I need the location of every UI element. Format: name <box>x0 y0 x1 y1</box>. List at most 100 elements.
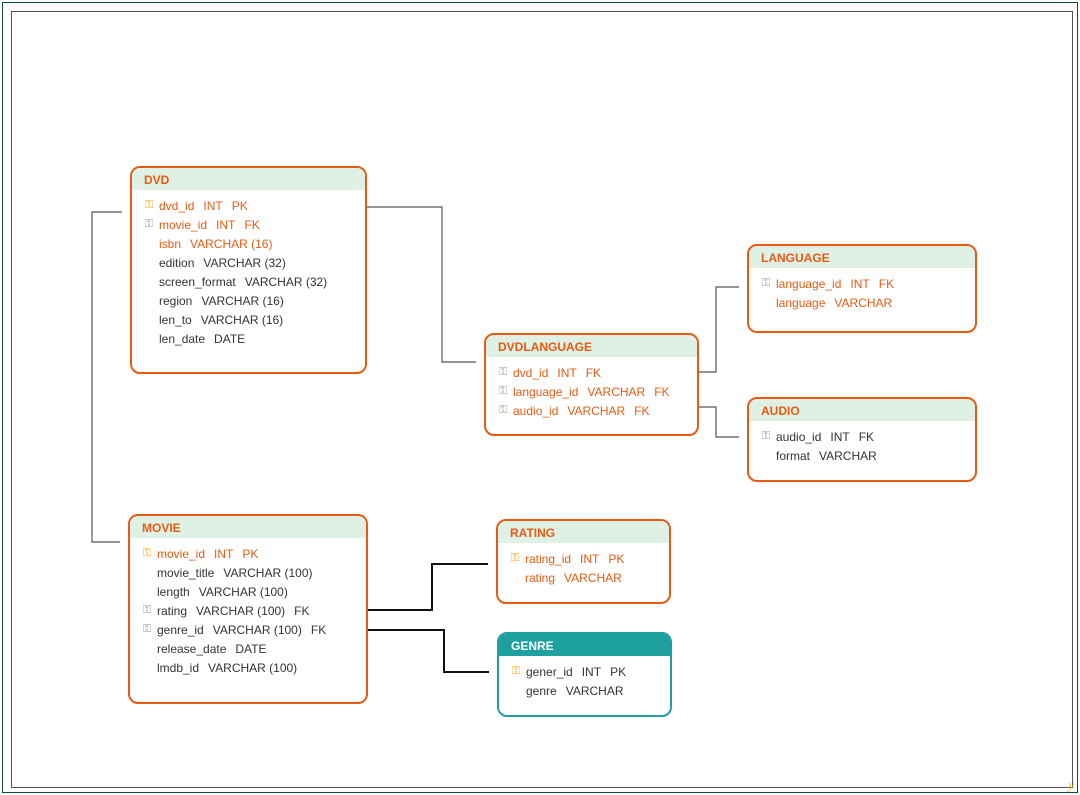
entity-body: ⚿gener_id INT PK genre VARCHAR <box>499 656 670 710</box>
field-name: movie_id <box>157 547 205 561</box>
field-name: isbn <box>159 237 181 251</box>
entity-body: ⚿audio_idINTFKformatVARCHAR <box>749 421 975 475</box>
field-name: rating_id <box>525 552 571 566</box>
fk-icon: ⚿ <box>759 430 773 443</box>
pk-icon: ⚿ <box>140 547 154 560</box>
field-type: VARCHAR (16) <box>201 313 283 327</box>
field-name: rating <box>525 571 555 585</box>
field-flag: FK <box>634 404 649 418</box>
pk-icon: ⚿ <box>508 552 522 565</box>
entity-header: DVD <box>132 168 365 190</box>
entity-rating[interactable]: RATING ⚿rating_id INT PK rating VARCHAR <box>496 519 671 604</box>
entity-movie[interactable]: MOVIE⚿movie_idINTPKmovie_titleVARCHAR (1… <box>128 514 368 704</box>
watermark: y <box>1068 777 1074 793</box>
entity-header: AUDIO <box>749 399 975 421</box>
field-row: genre VARCHAR <box>509 681 660 700</box>
field-flag: FK <box>859 430 874 444</box>
entity-body: ⚿language_idINTFKlanguageVARCHAR <box>749 268 975 322</box>
field-row: len_to VARCHAR (16) <box>142 310 355 329</box>
field-name: movie_id <box>159 218 207 232</box>
field-type: VARCHAR <box>567 404 625 418</box>
field-row: movie_title VARCHAR (100) <box>140 563 356 582</box>
field-type: INT <box>582 665 601 679</box>
diagram-canvas: DVD⚿dvd_idINTPK⚿movie_idINTFKisbnVARCHAR… <box>11 11 1073 788</box>
field-flag: FK <box>244 218 259 232</box>
outer-frame: DVD⚿dvd_idINTPK⚿movie_idINTFKisbnVARCHAR… <box>2 2 1078 793</box>
field-name: genre_id <box>157 623 204 637</box>
field-type: VARCHAR (32) <box>203 256 285 270</box>
field-name: genre <box>526 684 557 698</box>
field-type: VARCHAR (100) <box>196 604 285 618</box>
field-name: region <box>159 294 192 308</box>
fk-icon: ⚿ <box>496 366 510 379</box>
field-type: VARCHAR <box>819 449 877 463</box>
field-type: INT <box>850 277 869 291</box>
field-flag: PK <box>610 665 626 679</box>
field-type: INT <box>580 552 599 566</box>
field-row: rating VARCHAR <box>508 568 659 587</box>
entity-dvd[interactable]: DVD⚿dvd_idINTPK⚿movie_idINTFKisbnVARCHAR… <box>130 166 367 374</box>
field-row: ⚿rating_id INT PK <box>508 549 659 568</box>
entity-audio[interactable]: AUDIO⚿audio_idINTFKformatVARCHAR <box>747 397 977 482</box>
entity-genre[interactable]: GENRE ⚿gener_id INT PK genre VARCHAR <box>497 632 672 717</box>
field-flag: FK <box>879 277 894 291</box>
field-row: edition VARCHAR (32) <box>142 253 355 272</box>
field-type: VARCHAR <box>587 385 645 399</box>
field-row: ⚿dvd_idINTPK <box>142 196 355 215</box>
entity-header: GENRE <box>499 634 670 656</box>
field-name: gener_id <box>526 665 573 679</box>
field-row: region VARCHAR (16) <box>142 291 355 310</box>
field-row: ⚿movie_id INT FK <box>142 215 355 234</box>
entity-dvdlanguage[interactable]: DVDLANGUAGE ⚿dvd_idINTFK⚿language_idVARCH… <box>484 333 699 436</box>
field-row: ⚿audio_idVARCHARFK <box>496 401 687 420</box>
field-type: VARCHAR (100) <box>208 661 297 675</box>
field-type: INT <box>203 199 222 213</box>
entity-body: ⚿dvd_idINTFK⚿language_idVARCHARFK⚿audio_… <box>486 357 697 430</box>
field-type: VARCHAR (100) <box>199 585 288 599</box>
field-name: dvd_id <box>159 199 194 213</box>
field-type: DATE <box>214 332 245 346</box>
entity-body: ⚿dvd_idINTPK⚿movie_idINTFKisbnVARCHAR (1… <box>132 190 365 358</box>
field-row: lmdb_id VARCHAR (100) <box>140 658 356 677</box>
field-row: isbnVARCHAR (16) <box>142 234 355 253</box>
field-type: INT <box>214 547 233 561</box>
pk-icon: ⚿ <box>509 665 523 678</box>
entity-body: ⚿movie_idINTPKmovie_titleVARCHAR (100)le… <box>130 538 366 687</box>
field-flag: FK <box>311 623 326 637</box>
field-flag: PK <box>242 547 258 561</box>
field-flag: FK <box>294 604 309 618</box>
field-name: screen_format <box>159 275 236 289</box>
fk-icon: ⚿ <box>142 218 156 231</box>
field-name: len_to <box>159 313 192 327</box>
field-row: ⚿language_idVARCHARFK <box>496 382 687 401</box>
field-type: VARCHAR <box>564 571 622 585</box>
field-name: lmdb_id <box>157 661 199 675</box>
entity-language[interactable]: LANGUAGE⚿language_idINTFKlanguageVARCHAR <box>747 244 977 333</box>
field-type: VARCHAR (16) <box>201 294 283 308</box>
fk-icon: ⚿ <box>140 623 154 636</box>
field-name: format <box>776 449 810 463</box>
field-name: edition <box>159 256 194 270</box>
field-name: movie_title <box>157 566 214 580</box>
field-type: VARCHAR <box>566 684 624 698</box>
field-row: ⚿dvd_idINTFK <box>496 363 687 382</box>
field-type: INT <box>216 218 235 232</box>
field-flag: PK <box>232 199 248 213</box>
entity-header: DVDLANGUAGE <box>486 335 697 357</box>
field-row: ⚿genre_id VARCHAR (100) FK <box>140 620 356 639</box>
fk-icon: ⚿ <box>759 277 773 290</box>
field-row: screen_formatVARCHAR (32) <box>142 272 355 291</box>
field-row: ⚿language_idINTFK <box>759 274 965 293</box>
fk-icon: ⚿ <box>496 385 510 398</box>
field-type: DATE <box>235 642 266 656</box>
field-row: ⚿movie_id INT PK <box>140 544 356 563</box>
field-type: VARCHAR (100) <box>213 623 302 637</box>
field-type: VARCHAR (100) <box>223 566 312 580</box>
fk-icon: ⚿ <box>140 604 154 617</box>
field-row: lengthVARCHAR (100) <box>140 582 356 601</box>
entity-header: LANGUAGE <box>749 246 975 268</box>
field-name: audio_id <box>513 404 558 418</box>
entity-header: RATING <box>498 521 669 543</box>
entity-body: ⚿rating_id INT PK rating VARCHAR <box>498 543 669 597</box>
field-flag: PK <box>608 552 624 566</box>
